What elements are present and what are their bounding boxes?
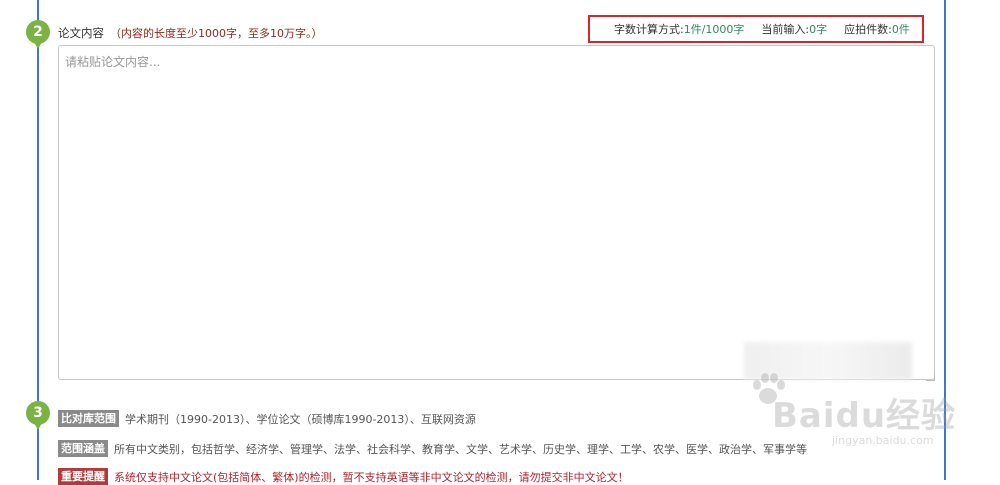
- current-input-value: 0字: [809, 23, 828, 36]
- step-2-marker: 2: [26, 20, 50, 49]
- notice-text: 系统仅支持中文论文(包括简体、繁体)的检测，暂不支持英语等非中文论文的检测，请勿…: [114, 470, 629, 484]
- baidu-watermark: Baidu经验 jingyan.baidu.com: [748, 370, 978, 460]
- count-method: 字数计算方式:1件/1000字: [614, 21, 744, 37]
- current-input: 当前输入:0字: [761, 21, 827, 37]
- count-method-value: 1件/1000字: [683, 23, 745, 36]
- section-length-hint: （内容的长度至少1000字，至多10万字。）: [110, 27, 323, 40]
- notice-tag: 重要提醒: [58, 468, 108, 485]
- coverage-row: 范围涵盖 所有中文类别，包括哲学、经济学、管理学、法学、社会科学、教育学、文学、…: [58, 440, 807, 457]
- compare-scope-text: 学术期刊（1990-2013）、学位论文（硕博库1990-2013）、互联网资源: [125, 412, 476, 426]
- coverage-text: 所有中文类别，包括哲学、经济学、管理学、法学、社会科学、教育学、文学、艺术学、历…: [114, 442, 807, 456]
- pieces-count-value: 0件: [891, 23, 910, 36]
- count-method-label: 字数计算方式:: [614, 23, 684, 36]
- pieces-count: 应拍件数:0件: [844, 21, 910, 37]
- coverage-tag: 范围涵盖: [58, 440, 108, 457]
- pieces-count-label: 应拍件数:: [844, 23, 892, 36]
- watermark-url: jingyan.baidu.com: [832, 434, 934, 447]
- compare-scope-tag: 比对库范围: [58, 410, 119, 427]
- watermark-text: Baidu经验: [772, 396, 957, 436]
- section-title-label: 论文内容: [58, 26, 104, 40]
- section-title: 论文内容 （内容的长度至少1000字，至多10万字。）: [58, 25, 323, 41]
- word-counter-box: 字数计算方式:1件/1000字 当前输入:0字 应拍件数:0件: [588, 15, 924, 43]
- step-3-marker: 3: [26, 401, 50, 430]
- compare-scope-row: 比对库范围 学术期刊（1990-2013）、学位论文（硕博库1990-2013）…: [58, 410, 476, 427]
- notice-row: 重要提醒 系统仅支持中文论文(包括简体、繁体)的检测，暂不支持英语等非中文论文的…: [58, 468, 629, 485]
- current-input-label: 当前输入:: [761, 23, 810, 36]
- paper-content-textarea[interactable]: [58, 45, 935, 380]
